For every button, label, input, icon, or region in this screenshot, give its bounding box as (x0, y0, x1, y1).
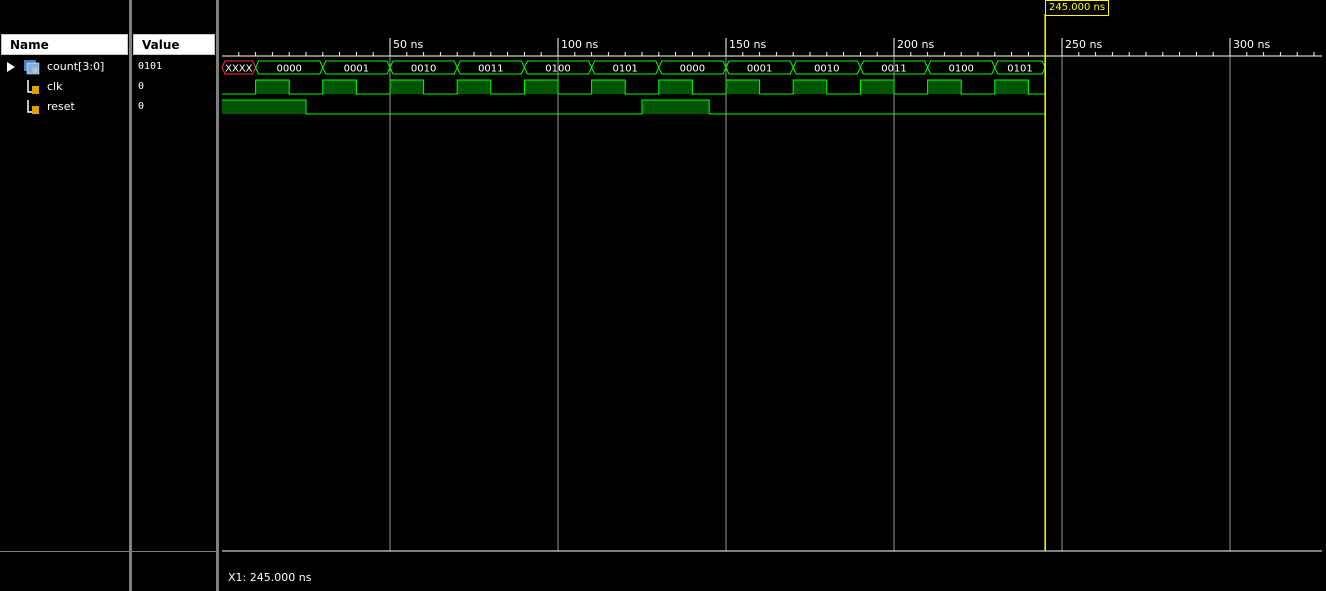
bus-value-label: 0000 (276, 64, 301, 75)
reset-high-fill (222, 100, 306, 114)
clk-high-fill (591, 80, 626, 94)
timeline-tick-label: 100 ns (561, 38, 598, 51)
clk-high-fill (793, 80, 827, 94)
bus-value-label: 0001 (344, 64, 369, 75)
bus-value-label: 0000 (680, 64, 705, 75)
clk-high-fill (457, 80, 491, 94)
bus-value-label: 0011 (881, 64, 906, 75)
timeline-tick-label: 200 ns (897, 38, 934, 51)
timeline-tick-label: 150 ns (729, 38, 766, 51)
clk-high-fill (726, 80, 760, 94)
bus-value-label: 0010 (411, 64, 436, 75)
waveform-canvas[interactable]: 50 ns 100 ns 150 ns 200 ns 250 ns 300 ns XXXX 0… (0, 0, 1326, 591)
clk-high-fill (658, 80, 693, 94)
status-readout: X1: 245.000 ns (228, 571, 312, 584)
bus-value-label: 0101 (612, 64, 637, 75)
bus-value-label: 0011 (478, 64, 503, 75)
timeline-tick-label: 50 ns (393, 38, 423, 51)
clk-high-fill (524, 80, 558, 94)
bus-value-label: XXXX (225, 64, 253, 75)
clk-high-fill (322, 80, 357, 94)
bus-value-label: 0100 (948, 64, 973, 75)
cursor-time-label[interactable]: 245.000 ns (1045, 0, 1110, 16)
clk-high-fill (860, 80, 894, 94)
bus-value-label: 0001 (747, 64, 772, 75)
clk-high-fill (390, 80, 424, 94)
clk-high-fill (255, 80, 290, 94)
reset-high-fill (642, 100, 710, 114)
reset-trace (222, 99, 1046, 115)
clk-high-fill (927, 80, 962, 94)
bus-value-label: 0010 (814, 64, 839, 75)
timeline-tick-label: 300 ns (1233, 38, 1270, 51)
clk-high-fill (994, 80, 1029, 94)
bus-value-label: 0101 (1007, 64, 1032, 75)
bus-value-label: 0100 (545, 64, 570, 75)
timeline-tick-label: 250 ns (1065, 38, 1102, 51)
